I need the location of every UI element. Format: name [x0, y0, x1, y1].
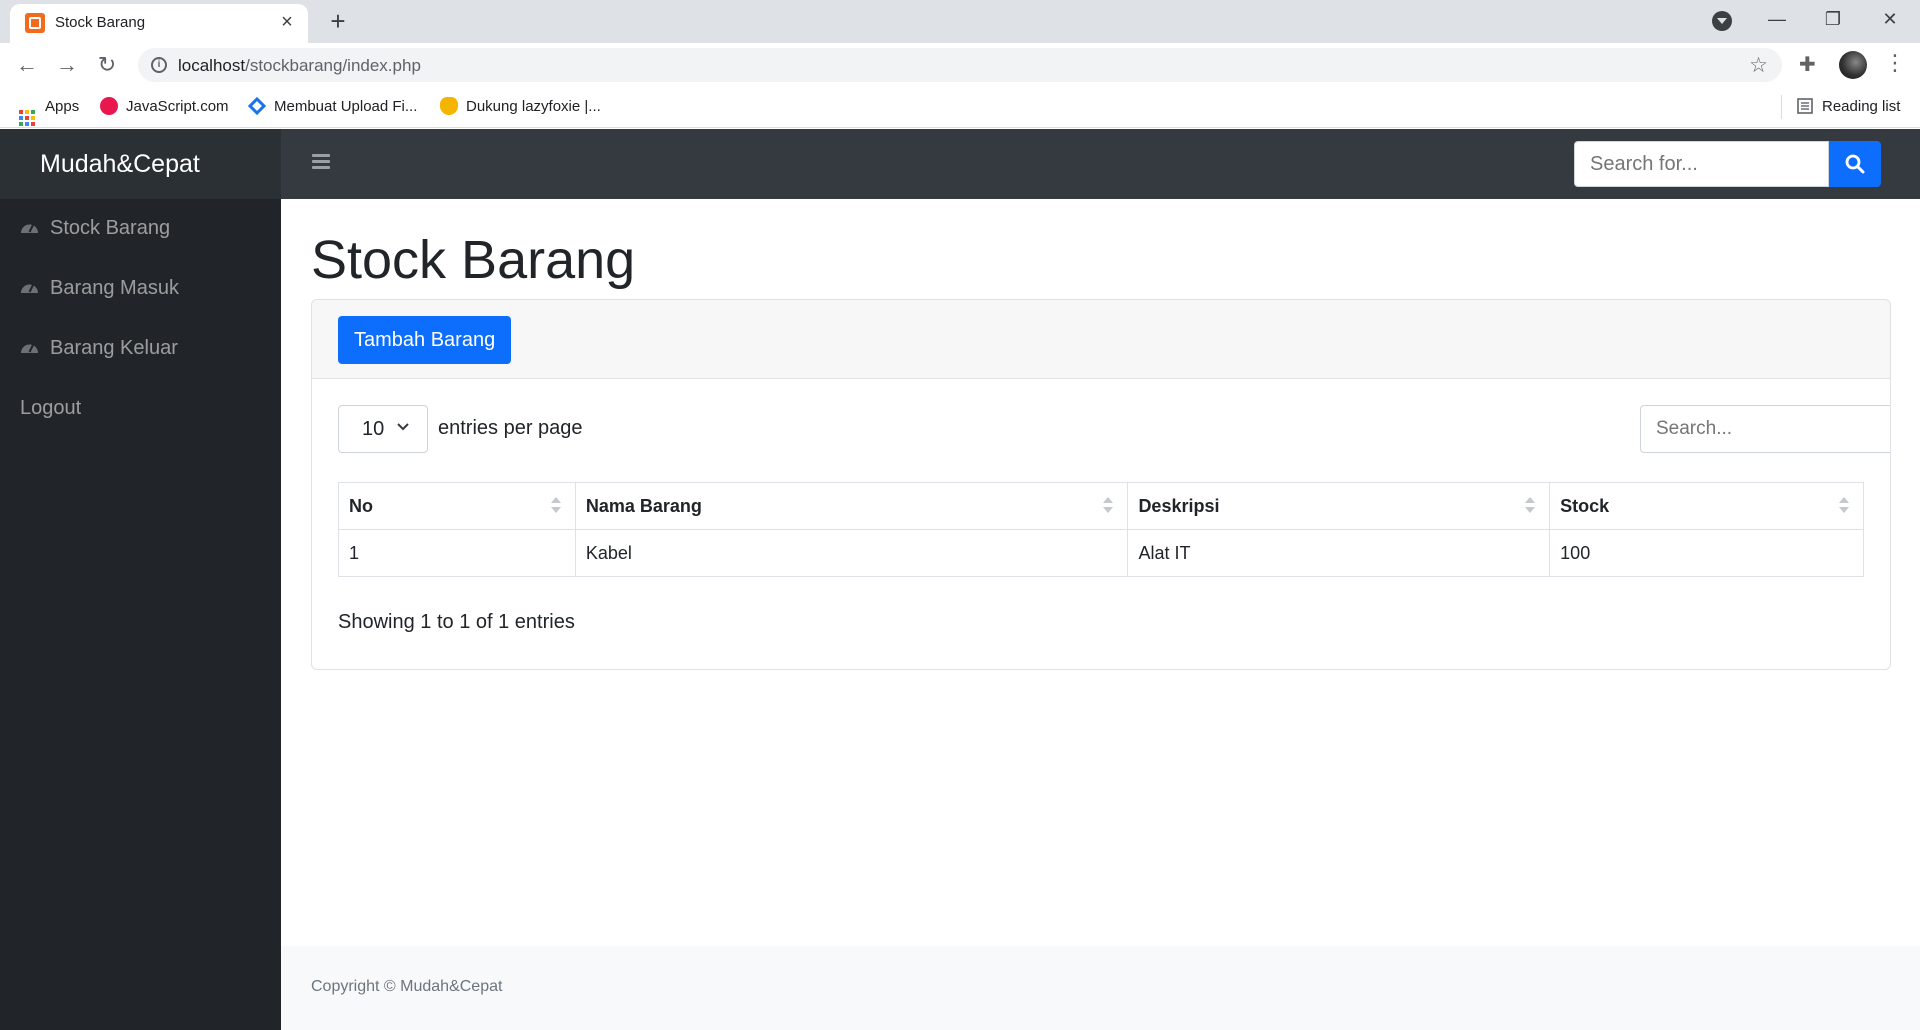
code-diamond-icon [247, 96, 267, 116]
entries-per-page-value: 10 [362, 418, 385, 440]
column-header-stock[interactable]: Stock [1549, 482, 1864, 530]
column-header-no[interactable]: No [338, 482, 576, 530]
minimize-icon[interactable]: — [1749, 0, 1805, 40]
browser-tabstrip: Stock Barang × + — ❐ ✕ [0, 0, 1920, 43]
bookmark-apps[interactable]: Apps [19, 97, 79, 126]
table-info-text: Showing 1 to 1 of 1 entries [338, 611, 575, 633]
navbar-search-input[interactable] [1574, 141, 1829, 187]
copyright-text: Copyright © Mudah&Cepat [311, 978, 503, 995]
page-title: Stock Barang [311, 230, 636, 290]
bookmarks-bar: Apps JavaScript.com Membuat Upload Fi...… [0, 87, 1920, 128]
bookmark-dukung-lazyfoxie[interactable]: Dukung lazyfoxie |... [440, 97, 601, 119]
brand-logo-text[interactable]: Mudah&Cepat [40, 150, 200, 179]
profile-avatar[interactable] [1839, 51, 1867, 79]
sidebar: Stock Barang Barang Masuk Barang Keluar … [0, 199, 281, 1030]
footer: Copyright © Mudah&Cepat [281, 946, 1920, 1030]
reading-list-button[interactable]: Reading list [1796, 97, 1900, 119]
search-icon [1845, 154, 1865, 174]
table-header-row: No Nama Barang Deskripsi Stock [338, 482, 1864, 530]
sidebar-item-barang-masuk[interactable]: Barang Masuk [20, 277, 179, 307]
sort-icon [1839, 497, 1849, 515]
sidebar-item-logout[interactable]: Logout [20, 397, 81, 427]
browser-menu-icon[interactable]: ⋮ [1884, 50, 1906, 76]
reading-list-icon [1796, 97, 1814, 115]
column-header-nama-barang[interactable]: Nama Barang [574, 482, 1129, 530]
sort-icon [550, 497, 561, 515]
cell-nama-barang: Kabel [574, 529, 1129, 577]
table-row: 1 Kabel Alat IT 100 [338, 529, 1864, 577]
extensions-puzzle-icon[interactable]: ✚ [1799, 52, 1816, 77]
reload-icon[interactable]: ↻ [92, 50, 122, 80]
site-info-icon[interactable]: i [151, 57, 167, 73]
bookmark-membuat-upload[interactable]: Membuat Upload Fi... [247, 96, 417, 119]
fox-icon [440, 97, 458, 115]
close-tab-icon[interactable]: × [276, 11, 298, 33]
url-text: localhost/stockbarang/index.php [178, 56, 421, 75]
cell-deskripsi: Alat IT [1127, 529, 1551, 577]
tab-title: Stock Barang [55, 14, 146, 31]
cell-no: 1 [338, 529, 576, 577]
forward-icon[interactable]: → [52, 50, 82, 80]
main-content: Stock Barang Tambah Barang 10 entries pe… [281, 199, 1920, 1030]
xampp-favicon-icon [25, 13, 45, 33]
cell-stock: 100 [1549, 529, 1864, 577]
javascript-icon [100, 97, 118, 115]
apps-grid-icon [19, 110, 35, 126]
bookmarks-divider [1781, 95, 1782, 119]
top-navbar: Mudah&Cepat [0, 129, 1920, 199]
sidebar-item-barang-keluar[interactable]: Barang Keluar [20, 337, 178, 367]
chevron-down-icon [397, 423, 409, 431]
tachometer-icon [20, 218, 39, 234]
entries-per-page-select[interactable]: 10 [338, 405, 428, 453]
card-header: Tambah Barang [312, 300, 1890, 379]
navbar-search-button[interactable] [1829, 141, 1881, 187]
browser-tab[interactable]: Stock Barang × [10, 4, 308, 43]
bookmark-javascript[interactable]: JavaScript.com [100, 97, 229, 119]
table-search-input[interactable] [1640, 405, 1890, 453]
address-bar[interactable]: i localhost/stockbarang/index.php ☆ [138, 48, 1782, 82]
column-header-deskripsi[interactable]: Deskripsi [1127, 482, 1551, 530]
tambah-barang-button[interactable]: Tambah Barang [338, 316, 512, 364]
tachometer-icon [20, 338, 39, 354]
sidebar-toggle-icon[interactable] [312, 154, 330, 172]
stock-table: No Nama Barang Deskripsi Stock 1 Kabel A… [338, 482, 1864, 577]
restore-icon[interactable]: ❐ [1805, 0, 1861, 40]
browser-toolbar: ← → ↻ i localhost/stockbarang/index.php … [0, 43, 1920, 87]
close-window-icon[interactable]: ✕ [1862, 0, 1918, 40]
new-tab-icon[interactable]: + [324, 5, 352, 37]
stock-card: Tambah Barang 10 entries per page No Nam… [311, 299, 1891, 670]
brand-area: Mudah&Cepat [0, 129, 281, 199]
entries-per-page-label: entries per page [438, 417, 583, 439]
tab-search-icon[interactable] [1712, 11, 1732, 31]
sort-icon [1525, 497, 1536, 515]
tachometer-icon [20, 278, 39, 294]
sort-icon [1103, 497, 1114, 515]
back-icon[interactable]: ← [12, 50, 42, 80]
sidebar-item-stock-barang[interactable]: Stock Barang [20, 217, 170, 247]
bookmark-star-icon[interactable]: ☆ [1749, 53, 1768, 78]
